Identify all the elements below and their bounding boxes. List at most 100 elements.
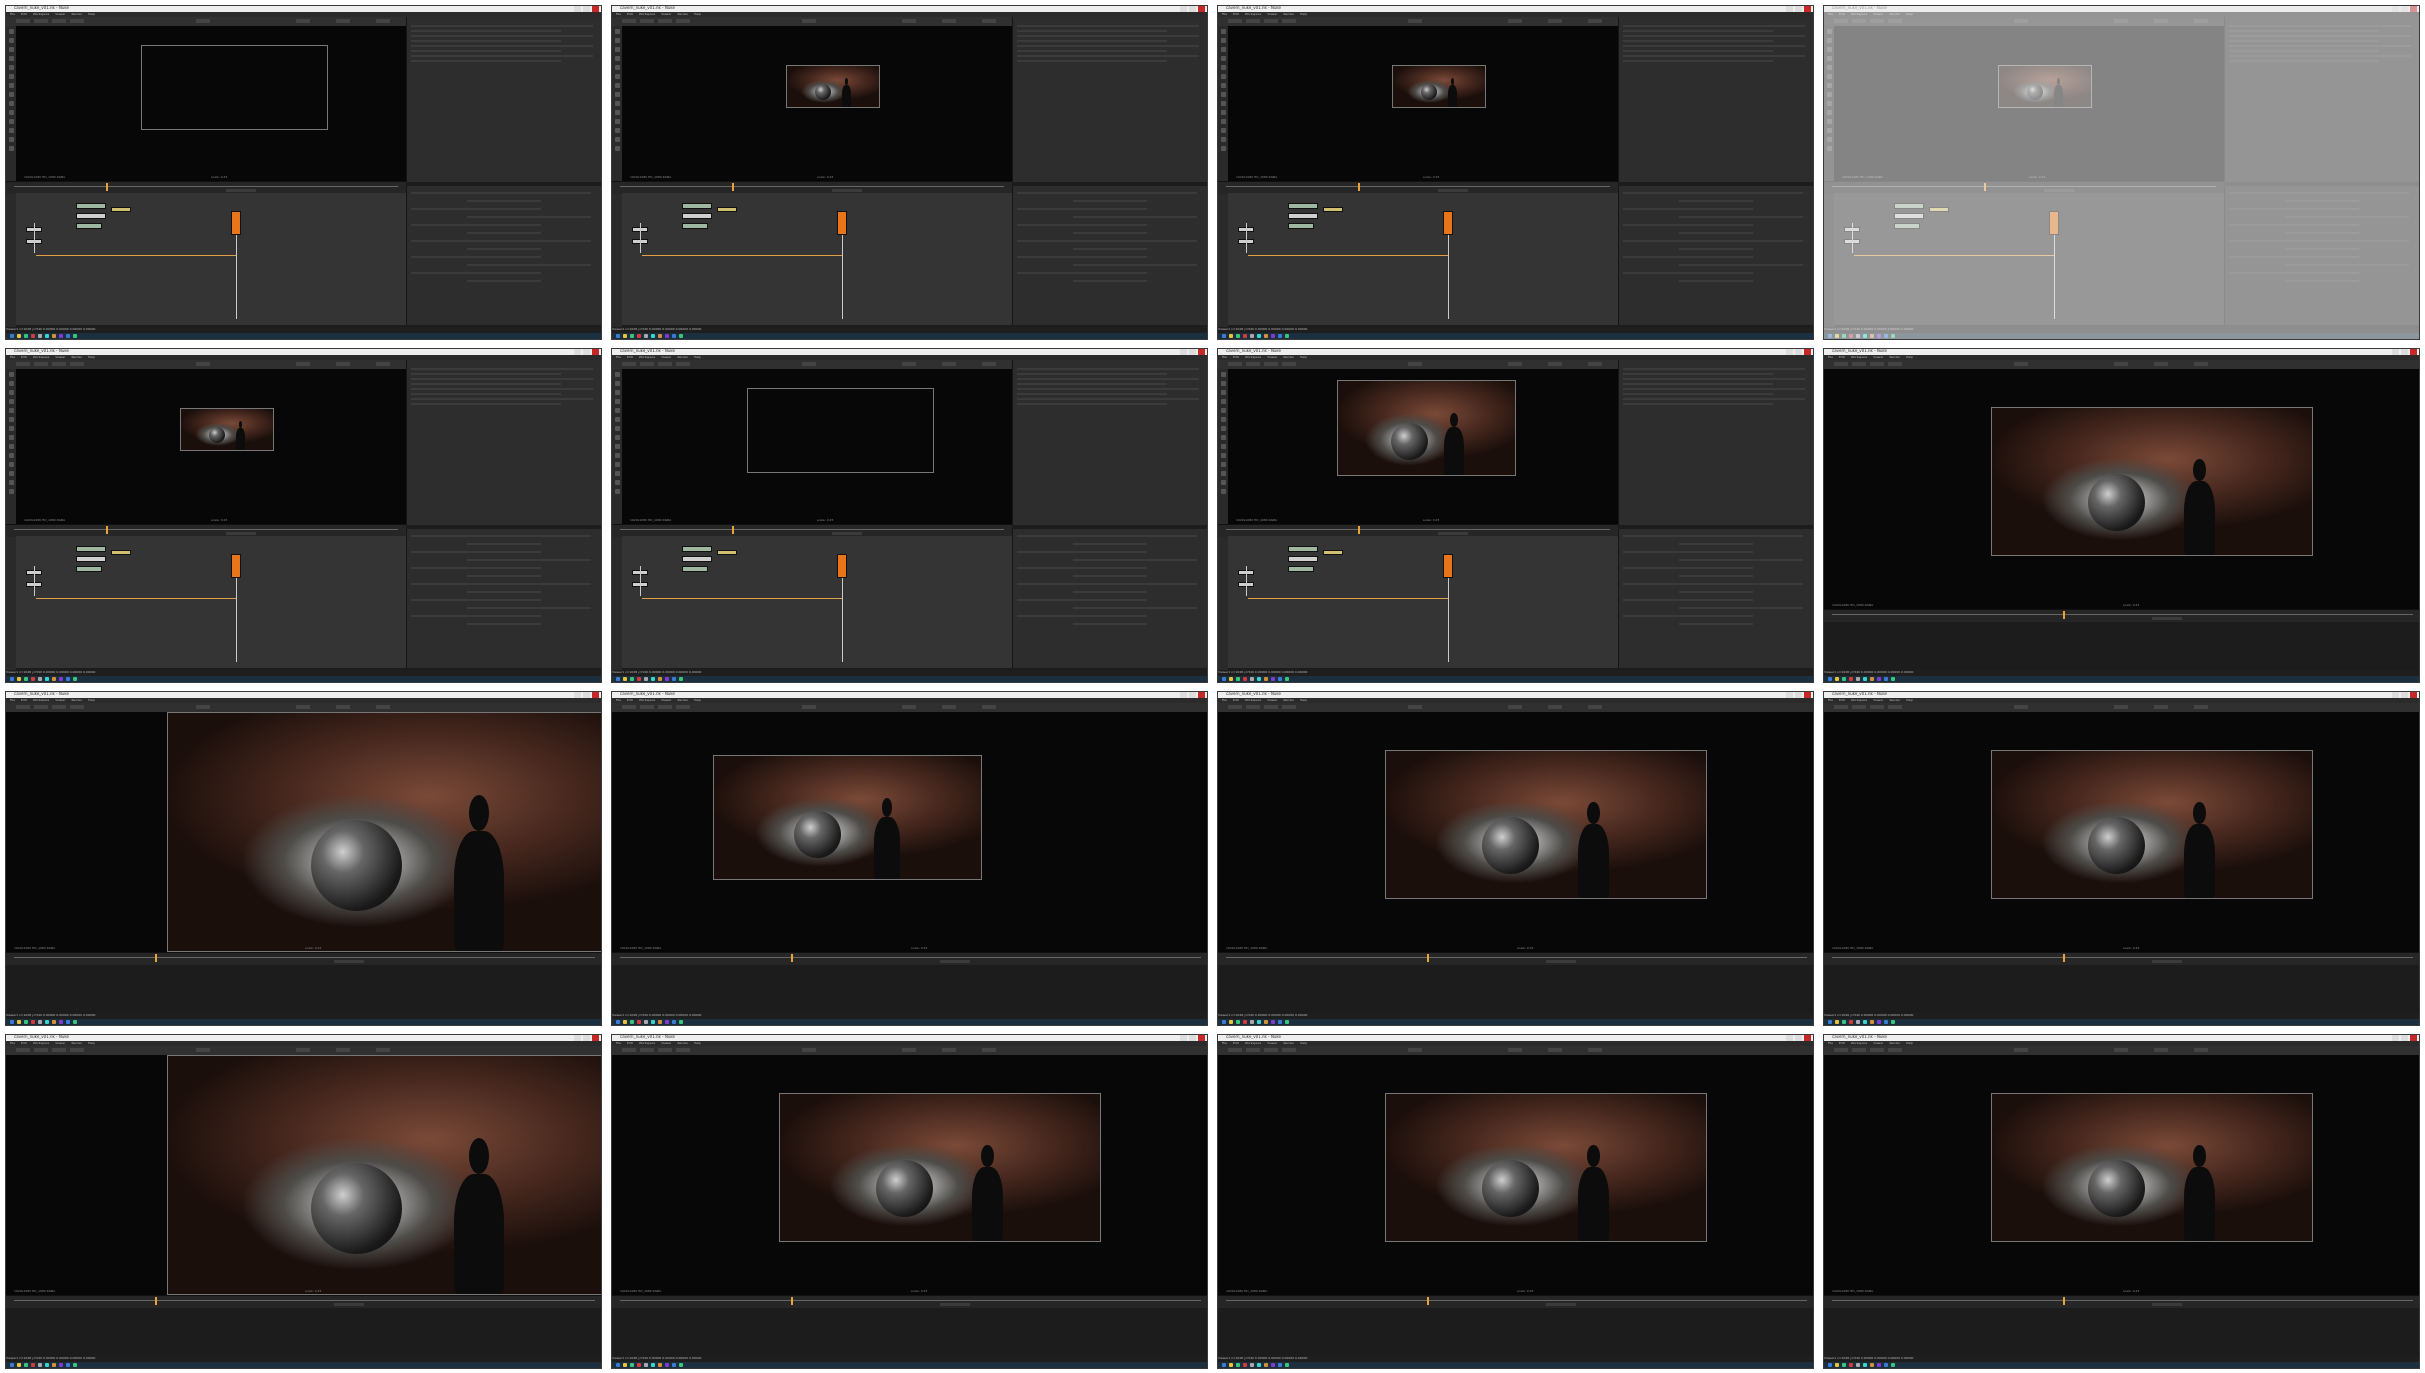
property-field[interactable] xyxy=(1017,388,1199,390)
taskbar-app-icon[interactable] xyxy=(1835,677,1839,681)
toolbar-button[interactable] xyxy=(622,19,636,23)
toolbar-button[interactable] xyxy=(296,19,310,23)
property-field[interactable] xyxy=(1623,224,1753,226)
toolbar-button[interactable] xyxy=(196,362,210,366)
node-tool-icon[interactable] xyxy=(8,372,14,377)
playhead[interactable] xyxy=(106,183,108,191)
node-tool-icon[interactable] xyxy=(8,146,14,151)
read-node[interactable] xyxy=(682,203,712,209)
taskbar-app-icon[interactable] xyxy=(1271,334,1275,338)
toolbar-button[interactable] xyxy=(1508,1048,1522,1052)
property-field[interactable] xyxy=(1623,393,1773,395)
node-tool-icon[interactable] xyxy=(1220,381,1226,386)
read-node[interactable] xyxy=(76,203,106,209)
taskbar-app-icon[interactable] xyxy=(1243,1363,1247,1367)
read-node[interactable] xyxy=(76,213,106,219)
toolbar-button[interactable] xyxy=(1408,705,1422,709)
playhead[interactable] xyxy=(2063,1297,2065,1305)
toolbar-button[interactable] xyxy=(676,1048,690,1052)
taskbar-app-icon[interactable] xyxy=(623,677,627,681)
toolbar-button[interactable] xyxy=(52,19,66,23)
node-tool-icon[interactable] xyxy=(1220,444,1226,449)
taskbar-app-icon[interactable] xyxy=(1842,677,1846,681)
node-graph[interactable] xyxy=(16,536,406,668)
toolbar-button[interactable] xyxy=(296,1048,310,1052)
taskbar-app-icon[interactable] xyxy=(52,334,56,338)
node-tool-icon[interactable] xyxy=(614,444,620,449)
node-graph[interactable] xyxy=(1228,536,1618,668)
toolbar-button[interactable] xyxy=(2114,705,2128,709)
node-tool-icon[interactable] xyxy=(8,110,14,115)
viewer-canvas[interactable] xyxy=(1218,1055,1813,1295)
toolbar-button[interactable] xyxy=(196,19,210,23)
toolbar-button[interactable] xyxy=(622,1048,636,1052)
node-tool-icon[interactable] xyxy=(8,381,14,386)
toolbar-button[interactable] xyxy=(982,19,996,23)
playback-controls[interactable] xyxy=(832,532,862,535)
property-field[interactable] xyxy=(1623,383,1773,385)
property-field[interactable] xyxy=(411,373,561,375)
toolbar-button[interactable] xyxy=(52,362,66,366)
taskbar-app-icon[interactable] xyxy=(1278,1363,1282,1367)
taskbar-app-icon[interactable] xyxy=(1271,677,1275,681)
node-tool-icon[interactable] xyxy=(614,56,620,61)
node-tool-icon[interactable] xyxy=(1220,390,1226,395)
node-tool-icon[interactable] xyxy=(614,426,620,431)
toolbar-button[interactable] xyxy=(1228,19,1242,23)
node-tool-icon[interactable] xyxy=(1220,38,1226,43)
node-tool-icon[interactable] xyxy=(1220,83,1226,88)
property-field[interactable] xyxy=(411,403,561,405)
playback-controls[interactable] xyxy=(334,960,364,963)
viewer-canvas[interactable] xyxy=(1218,712,1813,952)
toolbar-button[interactable] xyxy=(1588,19,1602,23)
toolbar-button[interactable] xyxy=(1588,362,1602,366)
node-tool-icon[interactable] xyxy=(614,128,620,133)
viewer-canvas[interactable] xyxy=(622,369,1012,524)
timeline-bar[interactable] xyxy=(612,952,1207,965)
taskbar-app-icon[interactable] xyxy=(1250,1363,1254,1367)
timeline-bar[interactable] xyxy=(1824,952,2419,965)
taskbar-app-icon[interactable] xyxy=(38,334,42,338)
property-field[interactable] xyxy=(411,55,593,57)
playback-controls[interactable] xyxy=(832,189,862,192)
node-tool-icon[interactable] xyxy=(614,146,620,151)
toolbar-button[interactable] xyxy=(902,705,916,709)
property-field[interactable] xyxy=(1017,535,1197,537)
toolbar-button[interactable] xyxy=(2154,362,2168,366)
node-tool-icon[interactable] xyxy=(614,399,620,404)
property-field[interactable] xyxy=(411,256,541,258)
playback-controls[interactable] xyxy=(940,960,970,963)
node-tool-icon[interactable] xyxy=(8,462,14,467)
taskbar-app-icon[interactable] xyxy=(1250,334,1254,338)
taskbar-app-icon[interactable] xyxy=(1236,1020,1240,1024)
toolbar-button[interactable] xyxy=(1588,705,1602,709)
taskbar-app-icon[interactable] xyxy=(1264,1363,1268,1367)
taskbar-app-icon[interactable] xyxy=(637,1020,641,1024)
taskbar-app-icon[interactable] xyxy=(66,1020,70,1024)
node-tool-icon[interactable] xyxy=(614,390,620,395)
toolbar-button[interactable] xyxy=(1508,705,1522,709)
property-field[interactable] xyxy=(1623,55,1805,57)
taskbar-app-icon[interactable] xyxy=(24,677,28,681)
toolbar-button[interactable] xyxy=(658,1048,672,1052)
node-tool-icon[interactable] xyxy=(1220,426,1226,431)
property-field[interactable] xyxy=(1623,30,1773,32)
taskbar-app-icon[interactable] xyxy=(644,334,648,338)
property-field[interactable] xyxy=(1073,280,1147,282)
toolbar-button[interactable] xyxy=(376,1048,390,1052)
taskbar-app-icon[interactable] xyxy=(1849,1020,1853,1024)
toolbar-button[interactable] xyxy=(1282,19,1296,23)
taskbar-app-icon[interactable] xyxy=(1222,334,1226,338)
read-node[interactable] xyxy=(1323,550,1343,555)
node-tool-icon[interactable] xyxy=(614,92,620,97)
property-field[interactable] xyxy=(1623,45,1805,47)
read-node[interactable] xyxy=(717,550,737,555)
taskbar-app-icon[interactable] xyxy=(59,334,63,338)
property-field[interactable] xyxy=(467,623,541,625)
taskbar-app-icon[interactable] xyxy=(637,677,641,681)
taskbar-app-icon[interactable] xyxy=(679,1020,683,1024)
toolbar-button[interactable] xyxy=(1264,19,1278,23)
timeline-bar[interactable] xyxy=(1824,609,2419,622)
property-field[interactable] xyxy=(1679,559,1803,561)
node-tool-icon[interactable] xyxy=(1220,47,1226,52)
